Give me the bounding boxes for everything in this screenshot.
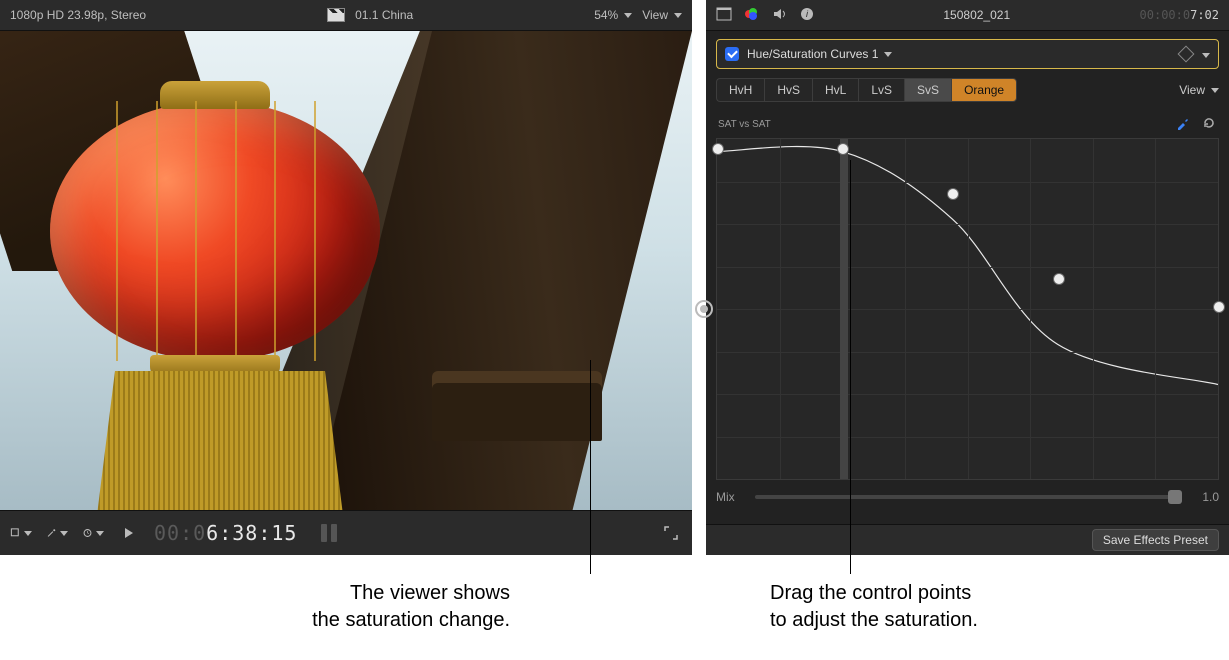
keyframe-icon[interactable] (1178, 46, 1195, 63)
retime-tool-icon[interactable] (82, 522, 104, 544)
effect-enable-checkbox[interactable] (725, 47, 739, 61)
control-point[interactable] (1053, 273, 1065, 285)
inspector-clip-name: 150802_021 (826, 8, 1128, 22)
callout-left: The viewer showsthe saturation change. (210, 580, 510, 634)
inspector-timecode: 00:00:07:02 (1140, 8, 1219, 22)
control-point[interactable] (712, 143, 724, 155)
view-menu[interactable]: View (642, 8, 682, 22)
inspector-header: i 150802_021 00:00:07:02 (706, 0, 1229, 31)
origin-marker-icon (695, 300, 713, 318)
mix-slider[interactable] (755, 495, 1183, 499)
viewer-timecode[interactable]: 00:06:38:15 (154, 521, 297, 545)
clip-title: 01.1 China (355, 8, 413, 22)
inspector-footer: Save Effects Preset (706, 524, 1229, 555)
enhance-tool-icon[interactable] (46, 522, 68, 544)
clip-format: 1080p HD 23.98p, Stereo (10, 8, 146, 22)
callout-right: Drag the control pointsto adjust the sat… (770, 580, 1090, 634)
zoom-dropdown[interactable]: 54% (594, 8, 632, 22)
viewer-toolbar: 1080p HD 23.98p, Stereo 01.1 China 54% V… (0, 0, 692, 31)
audio-inspector-icon[interactable] (772, 7, 788, 24)
fullscreen-icon[interactable] (660, 522, 682, 544)
eyedropper-icon[interactable] (1175, 115, 1191, 134)
curve-editor: SAT vs SAT (716, 111, 1219, 480)
tab-hvs[interactable]: HvS (764, 78, 812, 102)
crop-tool-icon[interactable] (10, 522, 32, 544)
control-point[interactable] (837, 143, 849, 155)
viewer-panel: 1080p HD 23.98p, Stereo 01.1 China 54% V… (0, 0, 692, 555)
viewer-canvas[interactable] (0, 31, 692, 510)
tab-svs[interactable]: SvS (904, 78, 951, 102)
tab-hvl[interactable]: HvL (812, 78, 858, 102)
info-inspector-icon[interactable]: i (800, 7, 814, 24)
color-inspector: i 150802_021 00:00:07:02 Hue/Saturation … (706, 0, 1229, 555)
control-point[interactable] (1213, 301, 1225, 313)
video-inspector-icon[interactable] (716, 7, 732, 24)
effect-name-dropdown[interactable]: Hue/Saturation Curves 1 (747, 47, 892, 61)
preview-image (50, 101, 380, 361)
curve-grid[interactable] (716, 138, 1219, 480)
clapper-icon (327, 8, 345, 22)
tab-orange[interactable]: Orange (951, 78, 1017, 102)
effect-header[interactable]: Hue/Saturation Curves 1 (716, 39, 1219, 69)
effect-menu-chevron-icon[interactable] (1200, 47, 1210, 61)
play-button[interactable] (118, 522, 140, 544)
tab-lvs[interactable]: LvS (858, 78, 904, 102)
save-effects-preset-button[interactable]: Save Effects Preset (1092, 529, 1219, 551)
inspector-view-menu[interactable]: View (1179, 83, 1219, 97)
viewer-transport: 00:06:38:15 (0, 510, 692, 555)
color-inspector-icon[interactable] (744, 7, 760, 24)
mix-slider-thumb[interactable] (1168, 490, 1182, 504)
tab-hvh[interactable]: HvH (716, 78, 764, 102)
reset-icon[interactable] (1201, 115, 1217, 134)
audio-meters (321, 524, 337, 542)
curve-tabs: HvH HvS HvL LvS SvS Orange View (716, 77, 1219, 103)
curve-title: SAT vs SAT (718, 119, 771, 130)
